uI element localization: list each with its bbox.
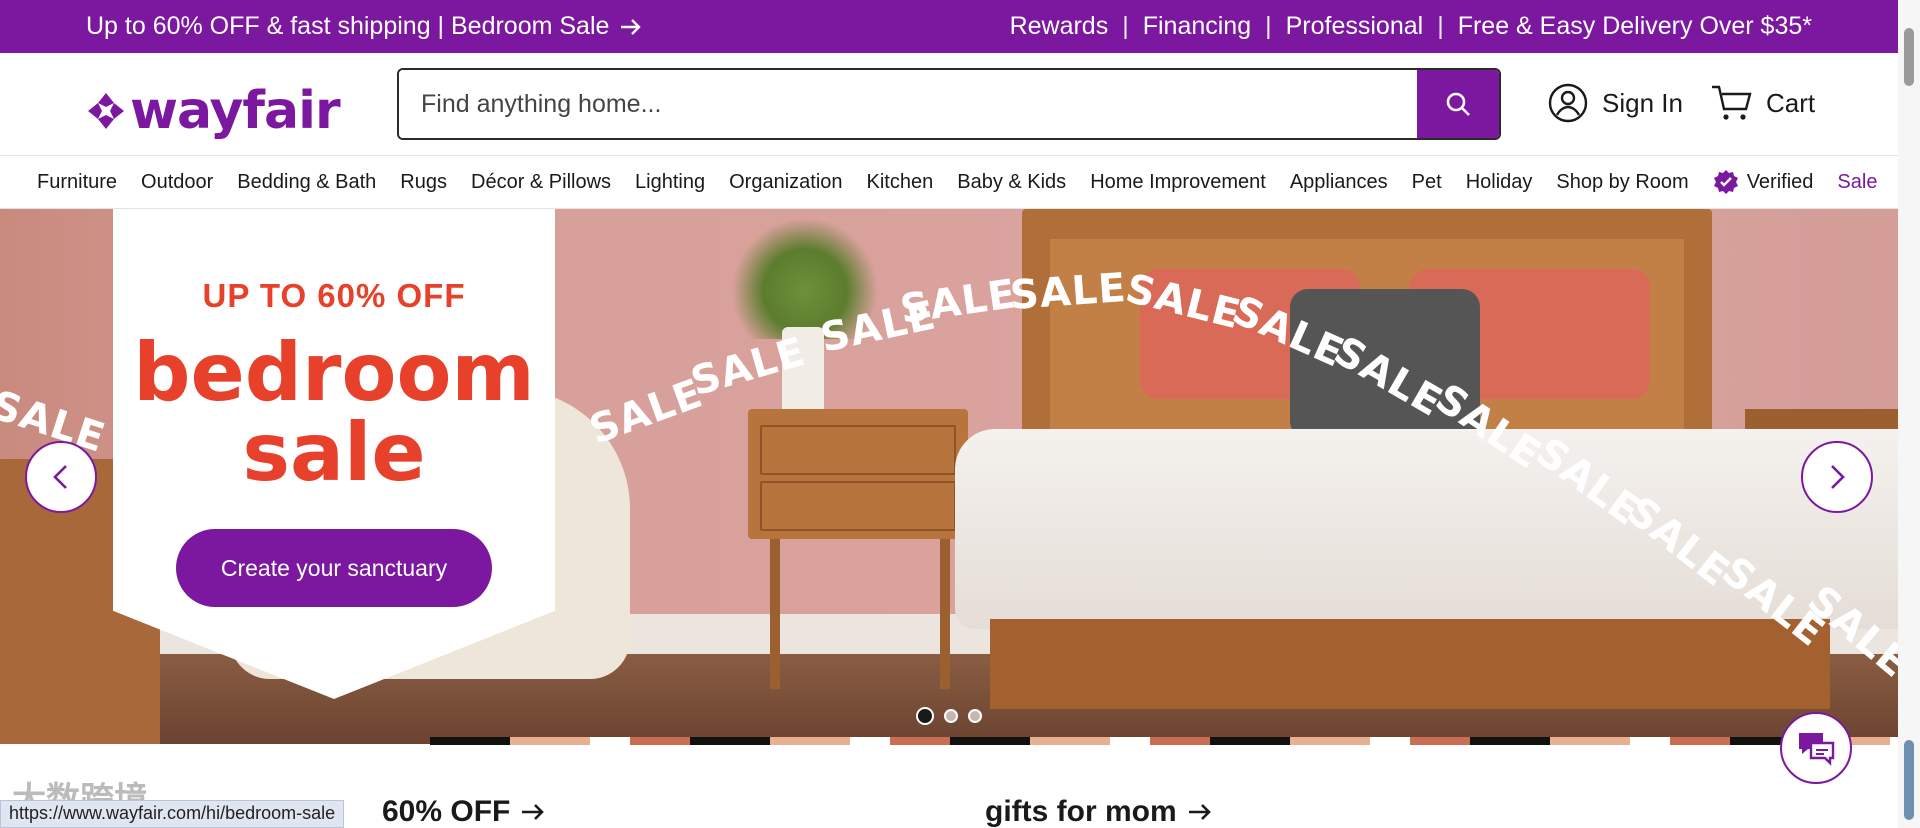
search-button[interactable] <box>1417 70 1499 138</box>
promo-link-rewards[interactable]: Rewards <box>996 12 1123 41</box>
hero-kicker: UP TO 60% OFF <box>202 277 466 314</box>
nav-item-furniture[interactable]: Furniture <box>37 171 117 194</box>
divider: | <box>1122 12 1129 40</box>
arrow-right-icon <box>522 804 545 820</box>
search-bar <box>397 68 1501 140</box>
promo-text: Up to 60% OFF & fast shipping | Bedroom … <box>86 12 610 40</box>
wayfair-logo[interactable]: wayfair <box>86 81 341 141</box>
scrollbar-thumb[interactable] <box>1904 28 1914 86</box>
carousel-next-button[interactable] <box>1801 441 1873 513</box>
nav-item-rugs[interactable]: Rugs <box>400 171 447 194</box>
search-icon <box>1446 92 1470 116</box>
site-header: wayfair Sign In Cart <box>0 53 1898 155</box>
nav-item-sale[interactable]: Sale <box>1837 171 1877 194</box>
nightstand-drawer <box>760 481 956 531</box>
sign-in-label: Sign In <box>1602 87 1683 118</box>
rug-strip-image <box>430 737 1898 745</box>
cart-label: Cart <box>1766 87 1816 118</box>
nav-item-appliances[interactable]: Appliances <box>1290 171 1388 194</box>
logo-text: wayfair <box>130 81 341 141</box>
divider: | <box>1265 12 1272 40</box>
chat-bubbles-icon <box>1799 733 1835 766</box>
promo-bar: Up to 60% OFF & fast shipping | Bedroom … <box>0 0 1898 53</box>
divider: | <box>1437 12 1444 40</box>
account-icon <box>1548 83 1588 123</box>
category-nav: Furniture Outdoor Bedding & Bath Rugs Dé… <box>0 155 1898 209</box>
nav-item-outdoor[interactable]: Outdoor <box>141 171 213 194</box>
chat-button[interactable] <box>1780 712 1852 784</box>
nav-item-home-improvement[interactable]: Home Improvement <box>1090 171 1266 194</box>
hero-title-line2: sale <box>242 406 426 499</box>
carousel-dot-1[interactable] <box>916 707 934 725</box>
nav-item-holiday[interactable]: Holiday <box>1466 171 1533 194</box>
nav-item-lighting[interactable]: Lighting <box>635 171 705 194</box>
carousel-dot-2[interactable] <box>944 709 958 723</box>
search-input[interactable] <box>399 70 1417 138</box>
verified-label: Verified <box>1746 170 1814 193</box>
section-gifts-title: gifts for mom <box>985 795 1177 828</box>
cart-icon <box>1712 85 1752 120</box>
nav-item-baby-kids[interactable]: Baby & Kids <box>957 171 1066 194</box>
promo-bedroom-sale-link[interactable]: Up to 60% OFF & fast shipping | Bedroom … <box>86 12 643 41</box>
hero-cta-button[interactable]: Create your sanctuary <box>176 529 492 607</box>
nav-item-pet[interactable]: Pet <box>1412 171 1442 194</box>
wayfair-pinwheel-icon <box>88 93 124 129</box>
carousel-dot-3[interactable] <box>968 709 982 723</box>
chevron-left-icon <box>53 465 67 489</box>
browser-status-url: https://www.wayfair.com/hi/bedroom-sale <box>0 800 345 828</box>
promo-link-financing[interactable]: Financing <box>1129 12 1265 41</box>
carousel-dots <box>916 707 982 725</box>
sale-watermark-text: SALE <box>1008 264 1129 320</box>
hero-bed-frame <box>990 619 1830 709</box>
hero-nightstand <box>748 409 968 539</box>
page-scrollbar[interactable] <box>1898 0 1920 828</box>
nightstand-leg <box>770 539 780 689</box>
scrollbar-thumb-secondary[interactable] <box>1904 740 1914 820</box>
arrow-right-icon <box>621 18 642 35</box>
carousel-prev-button[interactable] <box>25 441 97 513</box>
sale-watermark-text: SALE <box>897 271 1020 333</box>
sign-in-button[interactable]: Sign In <box>1548 83 1683 123</box>
hero-title-line1: bedroom <box>133 326 535 419</box>
section-60-off-link[interactable]: 60% OFF <box>382 795 546 828</box>
nav-item-shop-by-room[interactable]: Shop by Room <box>1556 171 1688 194</box>
sale-watermark-text: SALE <box>583 370 709 454</box>
hero-carousel: SALE SALE SALE SALE SALE SALE SALE SALE … <box>0 209 1898 744</box>
cart-button[interactable]: Cart <box>1710 83 1815 123</box>
section-60-off-title: 60% OFF <box>382 795 511 828</box>
hero-promo-card: UP TO 60% OFF bedroom sale Create your s… <box>113 209 555 699</box>
arrow-right-icon <box>1188 804 1211 820</box>
nav-item-bedding-bath[interactable]: Bedding & Bath <box>237 171 376 194</box>
nightstand-drawer <box>760 425 956 475</box>
promo-link-professional[interactable]: Professional <box>1272 12 1438 41</box>
verified-badge-icon <box>1713 170 1738 194</box>
chevron-right-icon <box>1831 465 1845 489</box>
nav-item-kitchen[interactable]: Kitchen <box>867 171 934 194</box>
nav-item-organization[interactable]: Organization <box>729 171 842 194</box>
nav-item-verified[interactable]: Verified <box>1713 169 1814 195</box>
promo-link-free-delivery[interactable]: Free & Easy Delivery Over $35* <box>1444 12 1812 41</box>
section-gifts-for-mom-link[interactable]: gifts for mom <box>985 795 1213 828</box>
nightstand-leg <box>940 539 950 689</box>
nav-item-decor-pillows[interactable]: Décor & Pillows <box>471 171 611 194</box>
